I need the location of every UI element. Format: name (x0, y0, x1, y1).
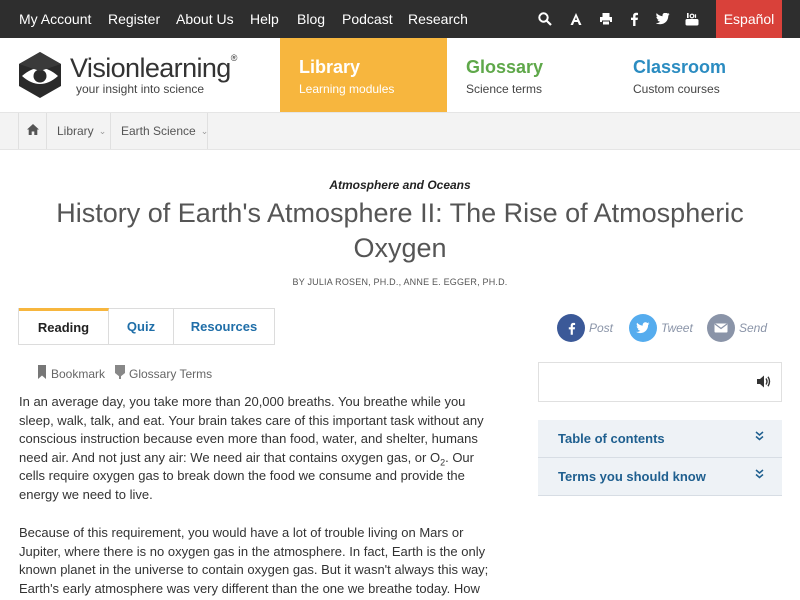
breadcrumb-home[interactable] (18, 113, 47, 149)
terms-you-should-know-label: Terms you should know (558, 469, 706, 484)
espanol-button[interactable]: Español (716, 0, 782, 38)
print-icon[interactable] (596, 9, 616, 29)
twitter-icon (629, 314, 657, 342)
email-icon (707, 314, 735, 342)
about-us-link[interactable]: About Us (176, 11, 234, 27)
glossary-terms-toggle[interactable]: Glossary Terms (115, 365, 212, 382)
help-link[interactable]: Help (250, 11, 279, 27)
breadcrumb-earth-science[interactable]: Earth Science ⌄ (110, 113, 208, 149)
tab-reading[interactable]: Reading (19, 308, 109, 344)
visionlearning-logo-icon[interactable] (18, 51, 62, 99)
nav-tab-classroom-title: Classroom (633, 57, 727, 77)
research-link[interactable]: Research (408, 11, 468, 27)
breadcrumb: Library ⌄ Earth Science ⌄ (0, 112, 800, 150)
twitter-icon[interactable] (653, 9, 673, 29)
breadcrumb-earth-science-label: Earth Science (121, 124, 196, 138)
share-post-label: Post (589, 321, 614, 335)
podcast-link[interactable]: Podcast (342, 11, 393, 27)
register-link[interactable]: Register (108, 11, 160, 27)
breadcrumb-library[interactable]: Library ⌄ (47, 113, 111, 149)
terms-you-should-know-toggle[interactable]: Terms you should know (538, 458, 782, 496)
breadcrumb-library-label: Library (57, 124, 94, 138)
bookmark-button[interactable]: Bookmark (37, 365, 105, 382)
share-twitter-button[interactable]: Tweet (629, 314, 693, 342)
top-bar: My Account Register About Us Help Blog P… (0, 0, 800, 38)
tab-resources[interactable]: Resources (174, 309, 274, 344)
youtube-icon[interactable] (682, 9, 702, 29)
article-category[interactable]: Atmosphere and Oceans (0, 178, 800, 192)
share-send-label: Send (739, 321, 768, 335)
speaker-icon[interactable] (757, 375, 771, 393)
share-tweet-label: Tweet (661, 321, 693, 335)
nav-tab-glossary-title: Glossary (466, 57, 544, 77)
article-paragraph-1: In an average day, you take more than 20… (19, 393, 495, 504)
nav-tab-classroom[interactable]: Classroom Custom courses (614, 38, 800, 112)
content-tabs: Reading Quiz Resources (18, 308, 275, 345)
paragraph-1-text-a: In an average day, you take more than 20… (19, 394, 484, 465)
article-byline: BY JULIA ROSEN, PH.D., ANNE E. EGGER, PH… (292, 277, 508, 287)
nav-tab-library-title: Library (299, 57, 361, 77)
brand-name[interactable]: Visionlearning® (70, 53, 237, 84)
bookmark-label: Bookmark (51, 366, 106, 381)
home-icon (26, 124, 39, 138)
nav-tab-glossary-subtitle: Science terms (466, 82, 543, 96)
double-chevron-down-icon (755, 469, 764, 482)
double-chevron-down-icon (755, 431, 764, 444)
article-paragraph-2: Because of this requirement, you would h… (19, 525, 489, 596)
bookmark-icon (37, 365, 51, 382)
facebook-icon (557, 314, 585, 342)
search-icon[interactable] (535, 9, 555, 29)
share-facebook-button[interactable]: Post (557, 314, 613, 342)
glossary-icon (115, 365, 129, 382)
table-of-contents-toggle[interactable]: Table of contents (538, 420, 782, 458)
nav-tab-library-subtitle: Learning modules (299, 82, 395, 96)
facebook-icon[interactable] (624, 9, 644, 29)
my-account-link[interactable]: My Account (19, 11, 91, 27)
blog-link[interactable]: Blog (297, 11, 325, 27)
audio-player (538, 362, 782, 402)
nav-tab-classroom-subtitle: Custom courses (633, 82, 720, 96)
nav-tab-glossary[interactable]: Glossary Science terms (447, 38, 614, 112)
brand-tagline: your insight into science (76, 82, 205, 96)
table-of-contents-label: Table of contents (558, 431, 665, 446)
share-email-button[interactable]: Send (707, 314, 767, 342)
nav-tab-library[interactable]: Library Learning modules (280, 38, 447, 112)
font-size-icon[interactable] (566, 9, 586, 29)
registered-mark: ® (230, 53, 238, 63)
glossary-terms-label: Glossary Terms (129, 366, 213, 381)
chevron-down-icon: ⌄ (98, 125, 107, 136)
chevron-down-icon: ⌄ (200, 125, 209, 136)
site-header: Visionlearning® your insight into scienc… (0, 38, 800, 112)
tab-quiz[interactable]: Quiz (109, 309, 174, 344)
article-title: History of Earth's Atmosphere II: The Ri… (56, 198, 744, 263)
